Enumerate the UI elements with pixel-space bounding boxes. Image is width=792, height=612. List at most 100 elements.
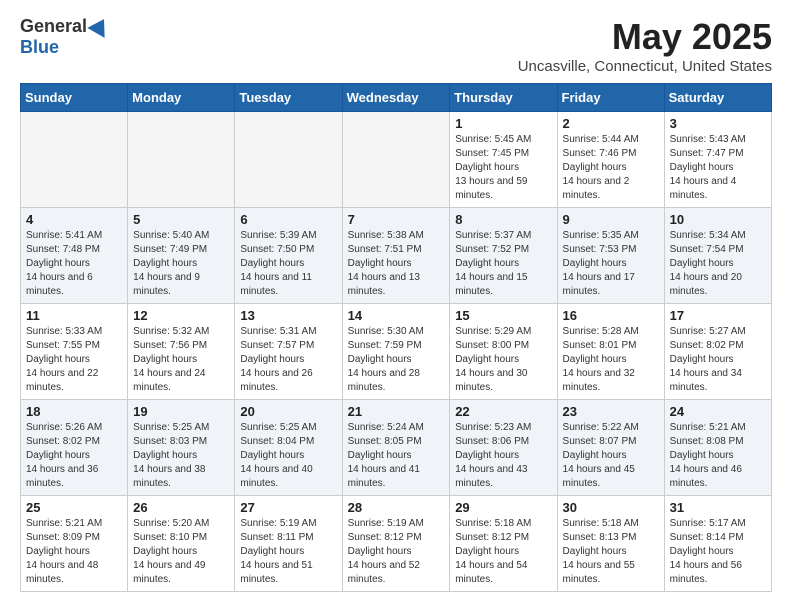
day-number: 17 xyxy=(670,308,766,323)
calendar-cell: 22 Sunrise: 5:23 AM Sunset: 8:06 PM Dayl… xyxy=(450,400,557,496)
day-info: Sunrise: 5:28 AM Sunset: 8:01 PM Dayligh… xyxy=(563,325,659,395)
calendar-week-2: 4 Sunrise: 5:41 AM Sunset: 7:48 PM Dayli… xyxy=(21,208,772,304)
col-thursday: Thursday xyxy=(450,84,557,112)
day-number: 27 xyxy=(240,500,336,515)
page: General Blue May 2025 Uncasville, Connec… xyxy=(0,0,792,608)
day-number: 18 xyxy=(26,404,122,419)
calendar-cell: 1 Sunrise: 5:45 AM Sunset: 7:45 PM Dayli… xyxy=(450,112,557,208)
day-info: Sunrise: 5:40 AM Sunset: 7:49 PM Dayligh… xyxy=(133,229,229,299)
day-info: Sunrise: 5:37 AM Sunset: 7:52 PM Dayligh… xyxy=(455,229,551,299)
calendar-cell: 18 Sunrise: 5:26 AM Sunset: 8:02 PM Dayl… xyxy=(21,400,128,496)
day-number: 30 xyxy=(563,500,659,515)
calendar-cell: 30 Sunrise: 5:18 AM Sunset: 8:13 PM Dayl… xyxy=(557,496,664,592)
day-number: 23 xyxy=(563,404,659,419)
calendar-cell: 13 Sunrise: 5:31 AM Sunset: 7:57 PM Dayl… xyxy=(235,304,342,400)
day-info: Sunrise: 5:23 AM Sunset: 8:06 PM Dayligh… xyxy=(455,421,551,491)
day-info: Sunrise: 5:18 AM Sunset: 8:13 PM Dayligh… xyxy=(563,517,659,587)
day-info: Sunrise: 5:44 AM Sunset: 7:46 PM Dayligh… xyxy=(563,133,659,203)
calendar-cell: 29 Sunrise: 5:18 AM Sunset: 8:12 PM Dayl… xyxy=(450,496,557,592)
day-info: Sunrise: 5:39 AM Sunset: 7:50 PM Dayligh… xyxy=(240,229,336,299)
day-info: Sunrise: 5:18 AM Sunset: 8:12 PM Dayligh… xyxy=(455,517,551,587)
calendar-cell xyxy=(342,112,450,208)
calendar-cell: 20 Sunrise: 5:25 AM Sunset: 8:04 PM Dayl… xyxy=(235,400,342,496)
calendar-cell: 12 Sunrise: 5:32 AM Sunset: 7:56 PM Dayl… xyxy=(128,304,235,400)
calendar-week-4: 18 Sunrise: 5:26 AM Sunset: 8:02 PM Dayl… xyxy=(21,400,772,496)
day-number: 1 xyxy=(455,116,551,131)
col-tuesday: Tuesday xyxy=(235,84,342,112)
day-info: Sunrise: 5:45 AM Sunset: 7:45 PM Dayligh… xyxy=(455,133,551,203)
day-info: Sunrise: 5:33 AM Sunset: 7:55 PM Dayligh… xyxy=(26,325,122,395)
day-number: 14 xyxy=(348,308,445,323)
calendar-cell: 2 Sunrise: 5:44 AM Sunset: 7:46 PM Dayli… xyxy=(557,112,664,208)
day-info: Sunrise: 5:31 AM Sunset: 7:57 PM Dayligh… xyxy=(240,325,336,395)
col-monday: Monday xyxy=(128,84,235,112)
header: General Blue May 2025 Uncasville, Connec… xyxy=(20,16,772,75)
calendar-cell: 27 Sunrise: 5:19 AM Sunset: 8:11 PM Dayl… xyxy=(235,496,342,592)
day-info: Sunrise: 5:22 AM Sunset: 8:07 PM Dayligh… xyxy=(563,421,659,491)
col-wednesday: Wednesday xyxy=(342,84,450,112)
subtitle: Uncasville, Connecticut, United States xyxy=(518,58,772,75)
day-number: 22 xyxy=(455,404,551,419)
day-number: 3 xyxy=(670,116,766,131)
calendar-cell: 25 Sunrise: 5:21 AM Sunset: 8:09 PM Dayl… xyxy=(21,496,128,592)
day-info: Sunrise: 5:19 AM Sunset: 8:12 PM Dayligh… xyxy=(348,517,445,587)
calendar-cell: 26 Sunrise: 5:20 AM Sunset: 8:10 PM Dayl… xyxy=(128,496,235,592)
day-number: 4 xyxy=(26,212,122,227)
logo-triangle-icon xyxy=(87,14,112,38)
calendar-cell: 3 Sunrise: 5:43 AM Sunset: 7:47 PM Dayli… xyxy=(664,112,771,208)
col-friday: Friday xyxy=(557,84,664,112)
day-info: Sunrise: 5:20 AM Sunset: 8:10 PM Dayligh… xyxy=(133,517,229,587)
day-info: Sunrise: 5:38 AM Sunset: 7:51 PM Dayligh… xyxy=(348,229,445,299)
calendar-cell: 15 Sunrise: 5:29 AM Sunset: 8:00 PM Dayl… xyxy=(450,304,557,400)
day-number: 24 xyxy=(670,404,766,419)
title-block: May 2025 Uncasville, Connecticut, United… xyxy=(518,16,772,75)
day-number: 7 xyxy=(348,212,445,227)
calendar-week-5: 25 Sunrise: 5:21 AM Sunset: 8:09 PM Dayl… xyxy=(21,496,772,592)
col-sunday: Sunday xyxy=(21,84,128,112)
day-number: 16 xyxy=(563,308,659,323)
day-info: Sunrise: 5:25 AM Sunset: 8:04 PM Dayligh… xyxy=(240,421,336,491)
calendar-cell: 10 Sunrise: 5:34 AM Sunset: 7:54 PM Dayl… xyxy=(664,208,771,304)
logo-general: General xyxy=(20,16,87,37)
day-info: Sunrise: 5:29 AM Sunset: 8:00 PM Dayligh… xyxy=(455,325,551,395)
calendar-cell: 28 Sunrise: 5:19 AM Sunset: 8:12 PM Dayl… xyxy=(342,496,450,592)
day-number: 31 xyxy=(670,500,766,515)
day-number: 21 xyxy=(348,404,445,419)
day-info: Sunrise: 5:43 AM Sunset: 7:47 PM Dayligh… xyxy=(670,133,766,203)
day-info: Sunrise: 5:17 AM Sunset: 8:14 PM Dayligh… xyxy=(670,517,766,587)
day-info: Sunrise: 5:21 AM Sunset: 8:08 PM Dayligh… xyxy=(670,421,766,491)
day-number: 9 xyxy=(563,212,659,227)
day-info: Sunrise: 5:26 AM Sunset: 8:02 PM Dayligh… xyxy=(26,421,122,491)
day-info: Sunrise: 5:35 AM Sunset: 7:53 PM Dayligh… xyxy=(563,229,659,299)
calendar-week-1: 1 Sunrise: 5:45 AM Sunset: 7:45 PM Dayli… xyxy=(21,112,772,208)
calendar-cell xyxy=(128,112,235,208)
calendar-week-3: 11 Sunrise: 5:33 AM Sunset: 7:55 PM Dayl… xyxy=(21,304,772,400)
calendar-cell: 4 Sunrise: 5:41 AM Sunset: 7:48 PM Dayli… xyxy=(21,208,128,304)
day-info: Sunrise: 5:24 AM Sunset: 8:05 PM Dayligh… xyxy=(348,421,445,491)
day-number: 8 xyxy=(455,212,551,227)
day-number: 11 xyxy=(26,308,122,323)
day-number: 29 xyxy=(455,500,551,515)
calendar-cell: 17 Sunrise: 5:27 AM Sunset: 8:02 PM Dayl… xyxy=(664,304,771,400)
main-title: May 2025 xyxy=(518,16,772,58)
day-number: 20 xyxy=(240,404,336,419)
calendar-cell xyxy=(21,112,128,208)
day-info: Sunrise: 5:32 AM Sunset: 7:56 PM Dayligh… xyxy=(133,325,229,395)
calendar-cell: 8 Sunrise: 5:37 AM Sunset: 7:52 PM Dayli… xyxy=(450,208,557,304)
calendar-cell: 21 Sunrise: 5:24 AM Sunset: 8:05 PM Dayl… xyxy=(342,400,450,496)
calendar-cell: 23 Sunrise: 5:22 AM Sunset: 8:07 PM Dayl… xyxy=(557,400,664,496)
day-info: Sunrise: 5:41 AM Sunset: 7:48 PM Dayligh… xyxy=(26,229,122,299)
calendar-header-row: Sunday Monday Tuesday Wednesday Thursday… xyxy=(21,84,772,112)
calendar-cell: 7 Sunrise: 5:38 AM Sunset: 7:51 PM Dayli… xyxy=(342,208,450,304)
day-number: 13 xyxy=(240,308,336,323)
day-number: 10 xyxy=(670,212,766,227)
day-info: Sunrise: 5:25 AM Sunset: 8:03 PM Dayligh… xyxy=(133,421,229,491)
day-number: 26 xyxy=(133,500,229,515)
logo-blue: Blue xyxy=(20,37,59,58)
day-number: 5 xyxy=(133,212,229,227)
calendar-cell: 11 Sunrise: 5:33 AM Sunset: 7:55 PM Dayl… xyxy=(21,304,128,400)
day-info: Sunrise: 5:27 AM Sunset: 8:02 PM Dayligh… xyxy=(670,325,766,395)
day-number: 28 xyxy=(348,500,445,515)
day-info: Sunrise: 5:34 AM Sunset: 7:54 PM Dayligh… xyxy=(670,229,766,299)
calendar-cell: 16 Sunrise: 5:28 AM Sunset: 8:01 PM Dayl… xyxy=(557,304,664,400)
